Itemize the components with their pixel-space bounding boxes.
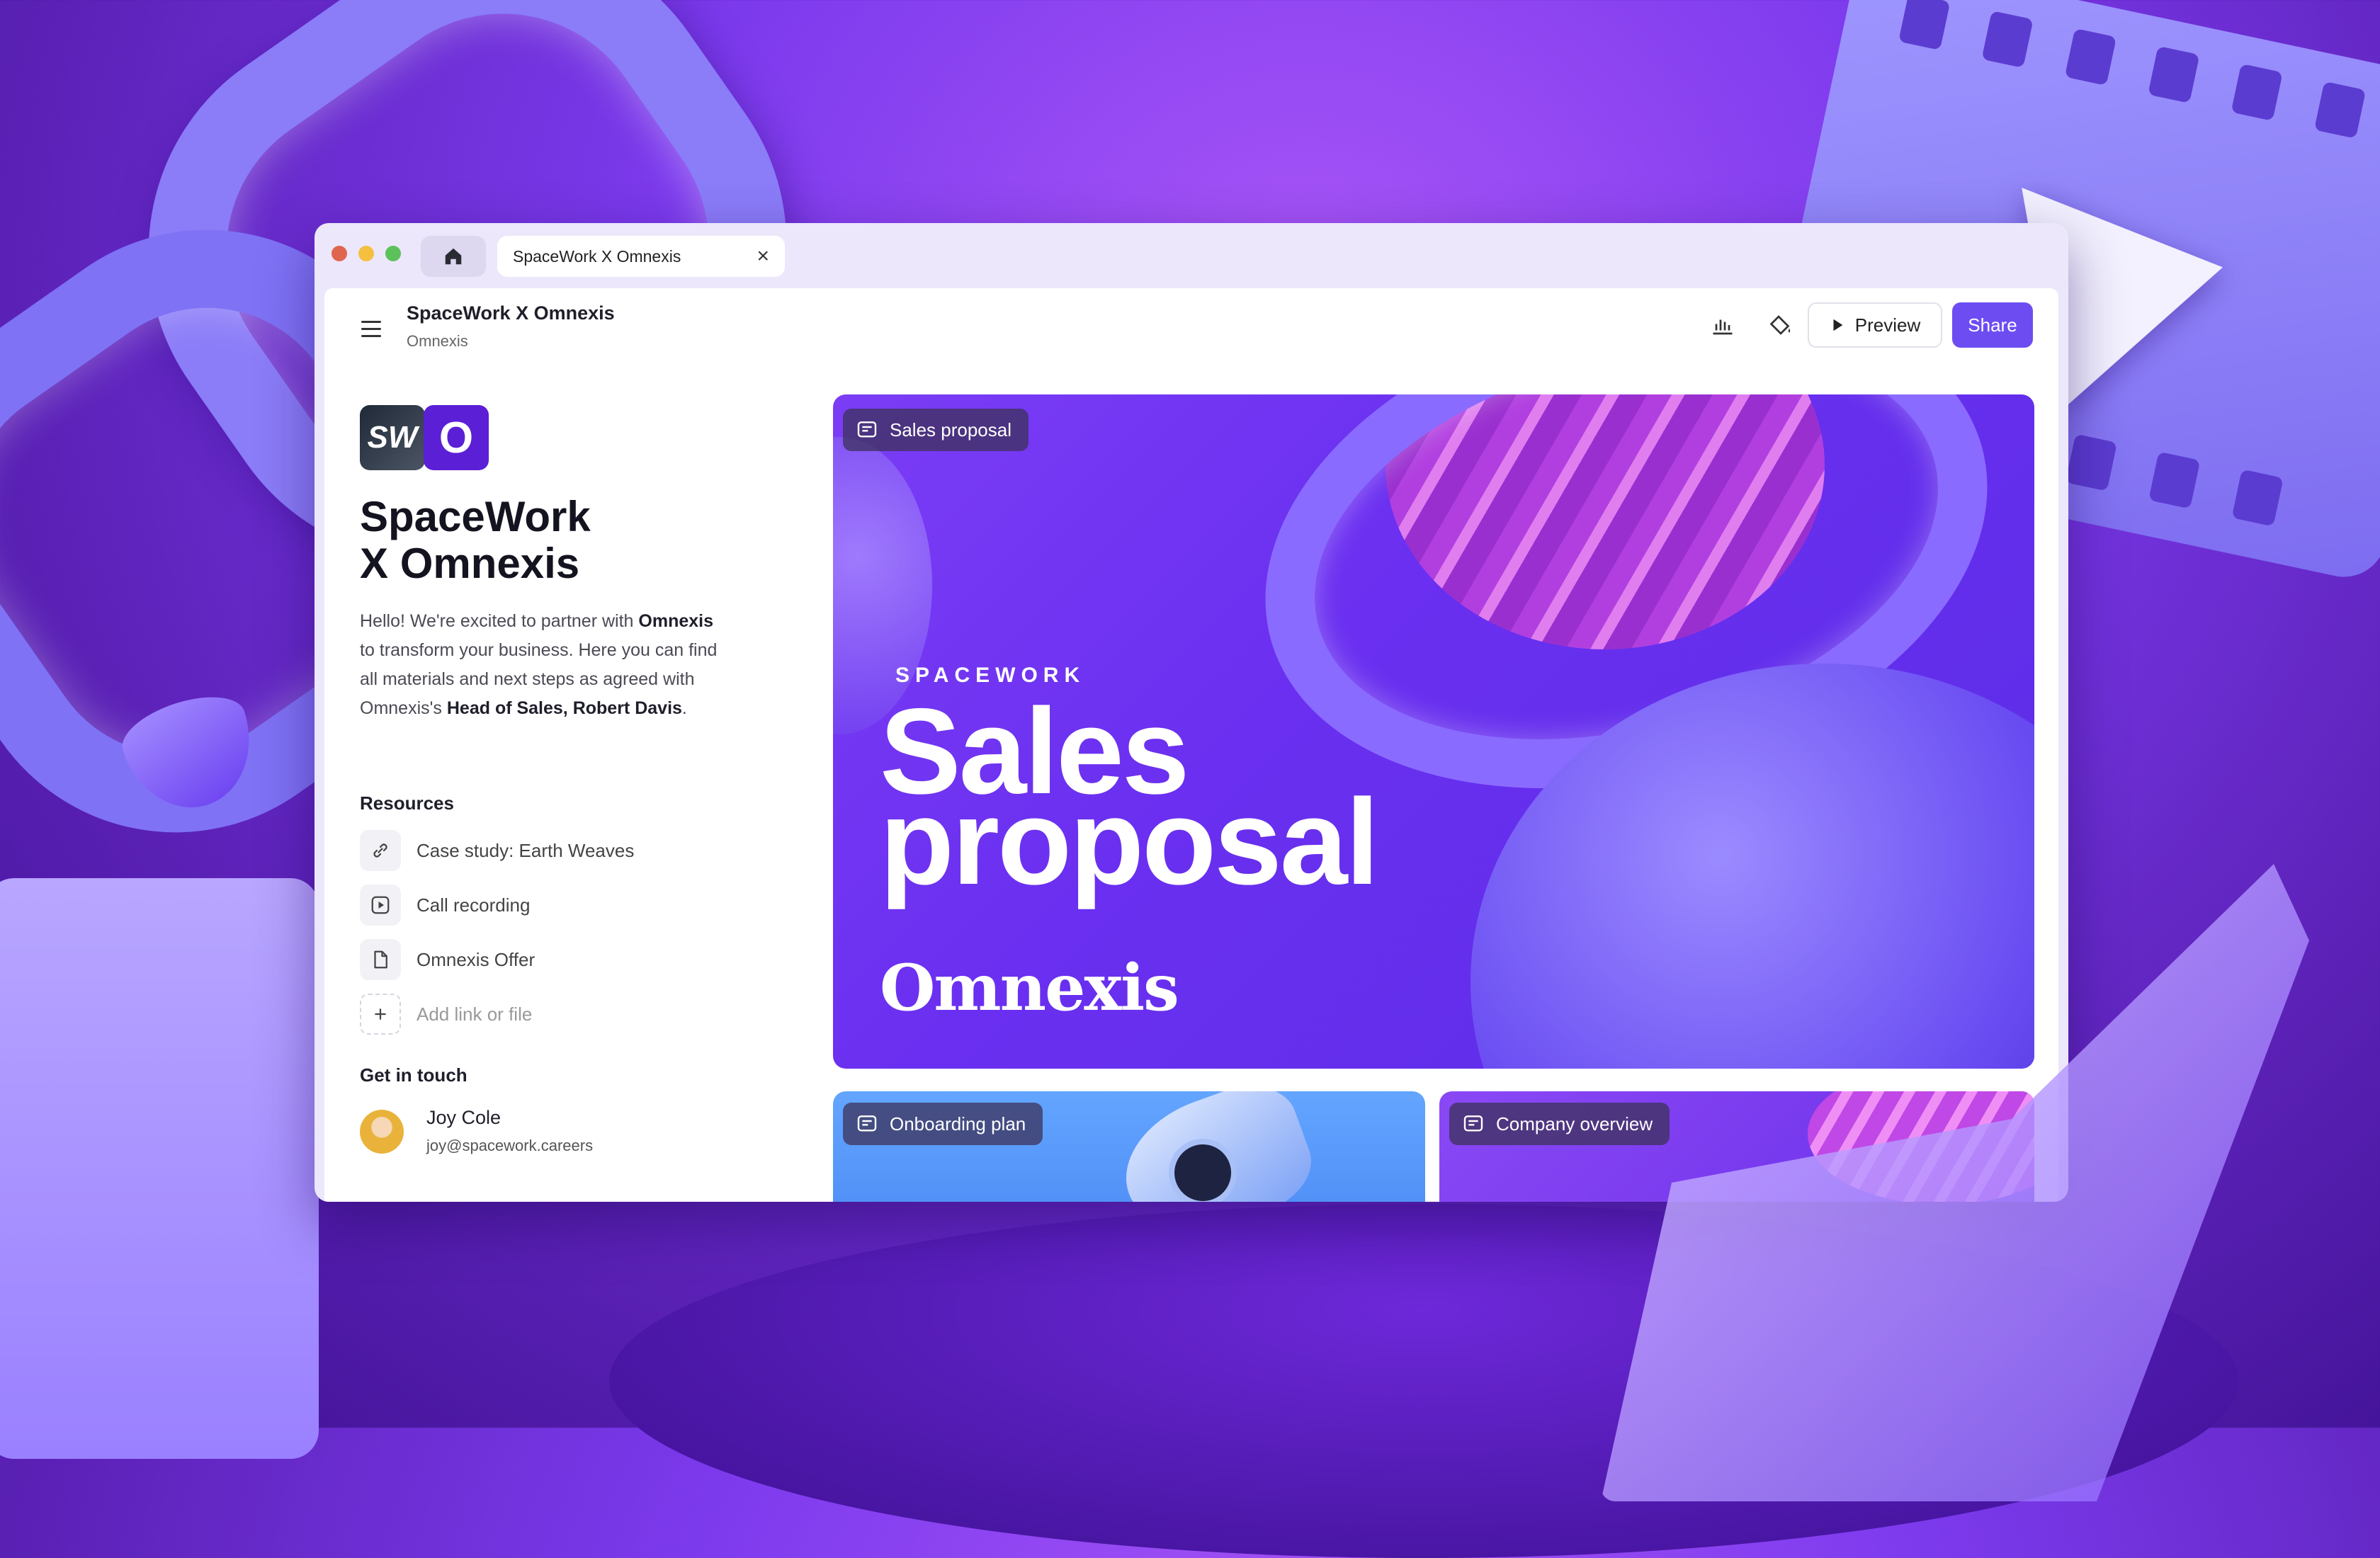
resources-heading: Resources [360,792,454,814]
document-icon [857,421,877,438]
play-icon [371,896,390,914]
preview-button[interactable]: Preview [1808,302,1942,348]
contact-email[interactable]: joy@spacework.careers [426,1137,593,1155]
client-wordmark: Omnexis [880,950,1179,1025]
contact-name: Joy Cole [426,1107,502,1128]
document-icon [857,1115,877,1132]
play-icon [1833,319,1843,331]
theme-button[interactable] [1758,302,1803,348]
add-link-label: Add link or file [416,1003,533,1025]
menu-icon[interactable] [361,321,381,342]
link-icon [373,843,387,858]
resource-label: Call recording [416,894,531,916]
minimize-window-dot[interactable] [358,246,374,261]
preview-label: Preview [1854,314,1921,336]
resource-label: Omnexis Offer [416,948,536,970]
page-title-line1: SpaceWork [360,493,591,540]
avatar [360,1110,404,1154]
card-label-chip: Sales proposal [843,409,1028,451]
analytics-button[interactable] [1700,302,1745,348]
card-label-chip: Onboarding plan [843,1103,1043,1145]
partner-logos: SW O [360,405,489,470]
rocket-graphic [1107,1091,1324,1202]
hero-headline: Sales proposal [880,683,1379,910]
resource-label: Case study: Earth Weaves [416,839,635,861]
contact-heading: Get in touch [360,1064,468,1086]
home-icon [445,248,462,265]
close-window-dot[interactable] [332,246,347,261]
resource-item[interactable]: Omnexis Offer [360,938,535,981]
file-icon [374,950,387,969]
page-title-line2: X Omnexis [360,540,580,587]
resource-item[interactable]: Case study: Earth Weaves [360,829,634,872]
page-title: SpaceWork X Omnexis [360,494,591,587]
card-label-chip: Company overview [1449,1103,1670,1145]
document-icon [1463,1115,1483,1132]
plus-icon [375,1008,386,1020]
resource-item[interactable]: Call recording [360,884,530,926]
spacework-logo: SW [360,405,425,470]
tab-title: SpaceWork X Omnexis [513,246,681,266]
folder-decoration [0,878,319,1459]
page-content: SpaceWork X Omnexis Omnexis Preview Shar… [324,288,2058,1202]
close-icon[interactable]: × [756,246,769,267]
paint-bucket-icon [1769,315,1791,335]
bar-chart-icon [1713,319,1733,335]
add-link-or-file-button[interactable]: Add link or file [360,993,532,1035]
document-title: SpaceWork X Omnexis [407,302,615,324]
omnexis-logo: O [424,405,489,470]
browser-window: SpaceWork X Omnexis × SpaceWork X Omnexi… [314,223,2068,1202]
share-button[interactable]: Share [1952,302,2033,348]
title-bar: SpaceWork X Omnexis × [314,223,2068,288]
intro-text: Hello! We're excited to partner with Omn… [360,611,718,718]
sales-proposal-card[interactable]: Sales proposal SPACEWORK Sales proposal … [833,394,2034,1069]
home-tab[interactable] [421,236,486,277]
document-subtitle: Omnexis [407,332,468,350]
maximize-window-dot[interactable] [385,246,401,261]
onboarding-plan-card[interactable]: Onboarding plan [833,1091,1425,1202]
tab-spacework-omnexis[interactable]: SpaceWork X Omnexis × [497,236,785,277]
